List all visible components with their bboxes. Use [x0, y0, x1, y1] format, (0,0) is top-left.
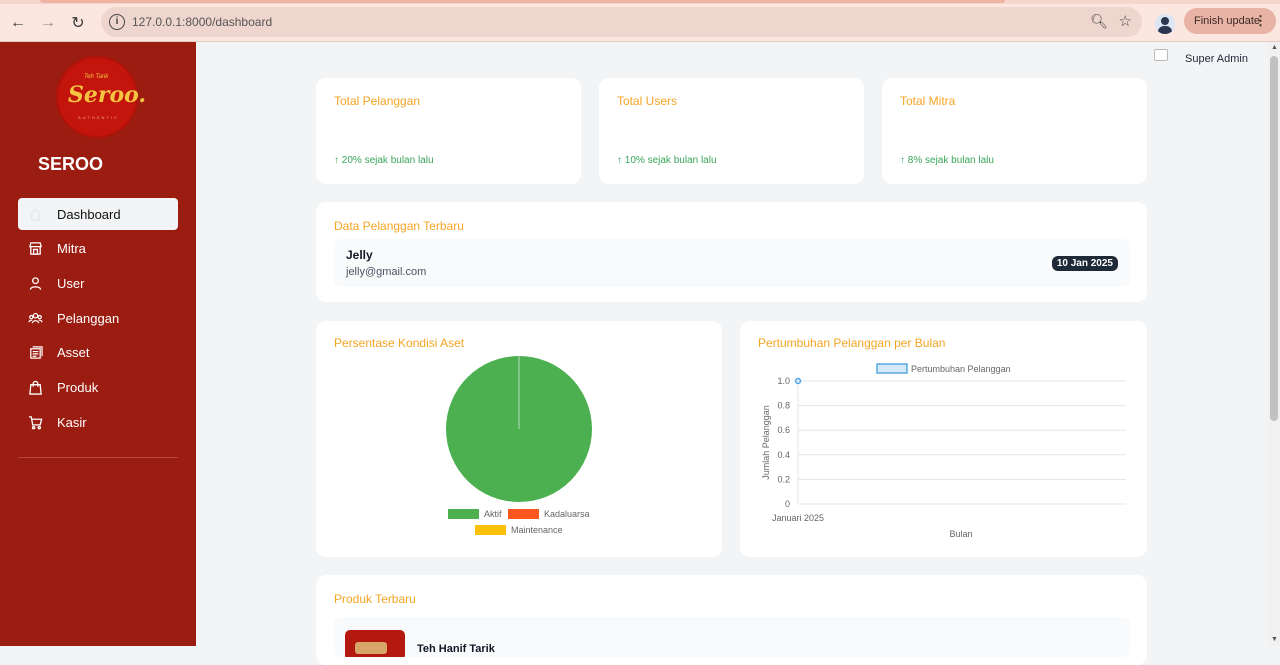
home-icon — [27, 206, 43, 222]
users-icon — [27, 310, 43, 326]
y-axis-title: Jumlah Pelanggan — [761, 405, 771, 480]
products-card: Produk Terbaru Teh Hanif Tarik — [316, 575, 1147, 665]
date-badge: 10 Jan 2025 — [1051, 256, 1118, 271]
sidebar-item-user[interactable]: User — [18, 267, 178, 299]
legend-swatch — [508, 509, 539, 519]
sidebar-divider — [18, 457, 178, 458]
legend-item-aktif[interactable]: Aktif — [448, 509, 502, 519]
legend-label: Maintenance — [511, 525, 563, 535]
stat-growth: ↑ 10% sejak bulan lalu — [617, 155, 717, 166]
sidebar-item-asset[interactable]: Asset — [18, 337, 178, 369]
stat-growth: ↑ 20% sejak bulan lalu — [334, 155, 434, 166]
app-name: SEROO — [38, 154, 104, 174]
scroll-down-icon[interactable]: ▼ — [1271, 636, 1278, 643]
y-tick-label: 0.4 — [777, 450, 790, 460]
sidebar-item-mitra[interactable]: Mitra — [18, 233, 178, 265]
section-title: Produk Terbaru — [334, 592, 416, 606]
legend-swatch[interactable] — [876, 363, 908, 374]
stat-card-pelanggan: Total Pelanggan ↑ 20% sejak bulan lalu — [316, 78, 581, 184]
page-scrollbar[interactable]: ▲ ▼ — [1268, 42, 1280, 646]
forward-icon[interactable]: → — [37, 12, 59, 34]
bag-icon — [27, 379, 43, 395]
sidebar-item-label: Dashboard — [57, 206, 121, 222]
legend-label: Pertumbuhan Pelanggan — [911, 364, 1011, 374]
y-tick-label: 0.8 — [777, 401, 790, 411]
brand-logo: Teh Tarik Seroo. AUTHENTIC — [56, 56, 146, 138]
customer-name: Jelly — [346, 248, 373, 262]
stat-title: Total Pelanggan — [334, 94, 421, 108]
more-menu-icon[interactable]: ⋮ — [1254, 13, 1267, 29]
profile-avatar[interactable] — [1155, 14, 1175, 34]
customer-email: jelly@gmail.com — [346, 266, 427, 278]
legend-label: Kadaluarsa — [544, 509, 590, 519]
x-tick-label: Januari 2025 — [772, 513, 824, 523]
finish-update-button[interactable]: Finish update ⋮ — [1184, 8, 1276, 34]
sidebar-item-kasir[interactable]: Kasir — [18, 406, 178, 438]
user-avatar-image — [1154, 49, 1168, 61]
site-info-icon[interactable]: i — [109, 14, 125, 30]
asset-pie-chart — [446, 356, 592, 502]
reload-icon[interactable]: ↻ — [67, 12, 89, 34]
data-point[interactable] — [794, 377, 802, 385]
sidebar-item-label: Asset — [57, 345, 90, 361]
sidebar-item-label: Produk — [57, 379, 99, 395]
sidebar-menu: Dashboard Mitra User Pelanggan Asset Pro… — [18, 198, 178, 441]
cart-icon — [27, 414, 43, 430]
stat-title: Total Mitra — [900, 94, 956, 108]
user-icon — [27, 275, 43, 291]
sidebar-item-pelanggan[interactable]: Pelanggan — [18, 302, 178, 334]
product-name: Teh Hanif Tarik — [417, 643, 495, 655]
list-item[interactable]: Teh Hanif Tarik — [334, 617, 1130, 657]
zoom-icon[interactable]: 🔍︎ — [1090, 13, 1108, 30]
active-tab[interactable] — [40, 0, 1005, 3]
logo-subtitle: AUTHENTIC — [78, 115, 119, 120]
url-text[interactable]: 127.0.0.1:8000/dashboard — [132, 15, 272, 29]
stat-card-users: Total Users ↑ 10% sejak bulan lalu — [599, 78, 864, 184]
bookmark-star-icon[interactable]: ☆ — [1119, 12, 1132, 30]
sidebar-item-label: Mitra — [57, 241, 86, 257]
y-tick-label: 0 — [785, 499, 790, 509]
sidebar-item-produk[interactable]: Produk — [18, 371, 178, 403]
x-axis-title: Bulan — [949, 529, 972, 539]
y-tick-label: 1.0 — [777, 376, 790, 386]
browser-toolbar: ← → ↻ i 127.0.0.1:8000/dashboard 🔍︎ ☆ Fi… — [0, 4, 1280, 42]
legend-label: Aktif — [484, 509, 502, 519]
y-tick-label: 0.6 — [777, 425, 790, 435]
y-tick-label: 0.2 — [777, 474, 790, 484]
logo-brand: Seroo. — [68, 82, 147, 108]
sidebar: Teh Tarik Seroo. AUTHENTIC SEROO Dashboa… — [0, 42, 196, 646]
scrollbar-thumb[interactable] — [1270, 56, 1278, 421]
sidebar-item-label: Pelanggan — [57, 310, 120, 326]
stat-growth: ↑ 8% sejak bulan lalu — [900, 155, 994, 166]
legend-swatch — [475, 525, 506, 535]
product-thumbnail — [345, 630, 405, 657]
legend-item-kadaluarsa[interactable]: Kadaluarsa — [508, 509, 590, 519]
asset-icon — [27, 345, 43, 361]
growth-chart-card: Pertumbuhan Pelanggan per Bulan Pertumbu… — [740, 321, 1147, 557]
address-bar[interactable]: i 127.0.0.1:8000/dashboard 🔍︎ ☆ — [101, 7, 1142, 37]
growth-line-chart: Pertumbuhan Pelanggan 0 0.2 0.4 0.6 0.8 1.0 Jan… — [761, 363, 1126, 539]
finish-update-label: Finish update — [1194, 15, 1261, 27]
sidebar-item-label: Kasir — [57, 414, 87, 430]
sidebar-item-dashboard[interactable]: Dashboard — [18, 198, 178, 230]
store-icon — [27, 241, 43, 257]
stat-title: Total Users — [617, 94, 678, 108]
logo-tagline: Teh Tarik — [84, 74, 109, 80]
section-title: Data Pelanggan Terbaru — [334, 219, 464, 233]
sidebar-item-label: User — [57, 275, 85, 291]
legend-swatch — [448, 509, 479, 519]
list-item[interactable]: Jelly jelly@gmail.com 10 Jan 2025 — [334, 239, 1130, 287]
stat-card-mitra: Total Mitra ↑ 8% sejak bulan lalu — [882, 78, 1147, 184]
scroll-up-icon[interactable]: ▲ — [1271, 44, 1278, 51]
recent-customers-card: Data Pelanggan Terbaru Jelly jelly@gmail… — [316, 202, 1147, 302]
back-icon[interactable]: ← — [7, 12, 29, 34]
asset-chart-card: Persentase Kondisi Aset Aktif Kadaluarsa… — [316, 321, 722, 557]
user-name: Super Admin — [1185, 53, 1248, 65]
legend-item-maintenance[interactable]: Maintenance — [475, 525, 563, 535]
